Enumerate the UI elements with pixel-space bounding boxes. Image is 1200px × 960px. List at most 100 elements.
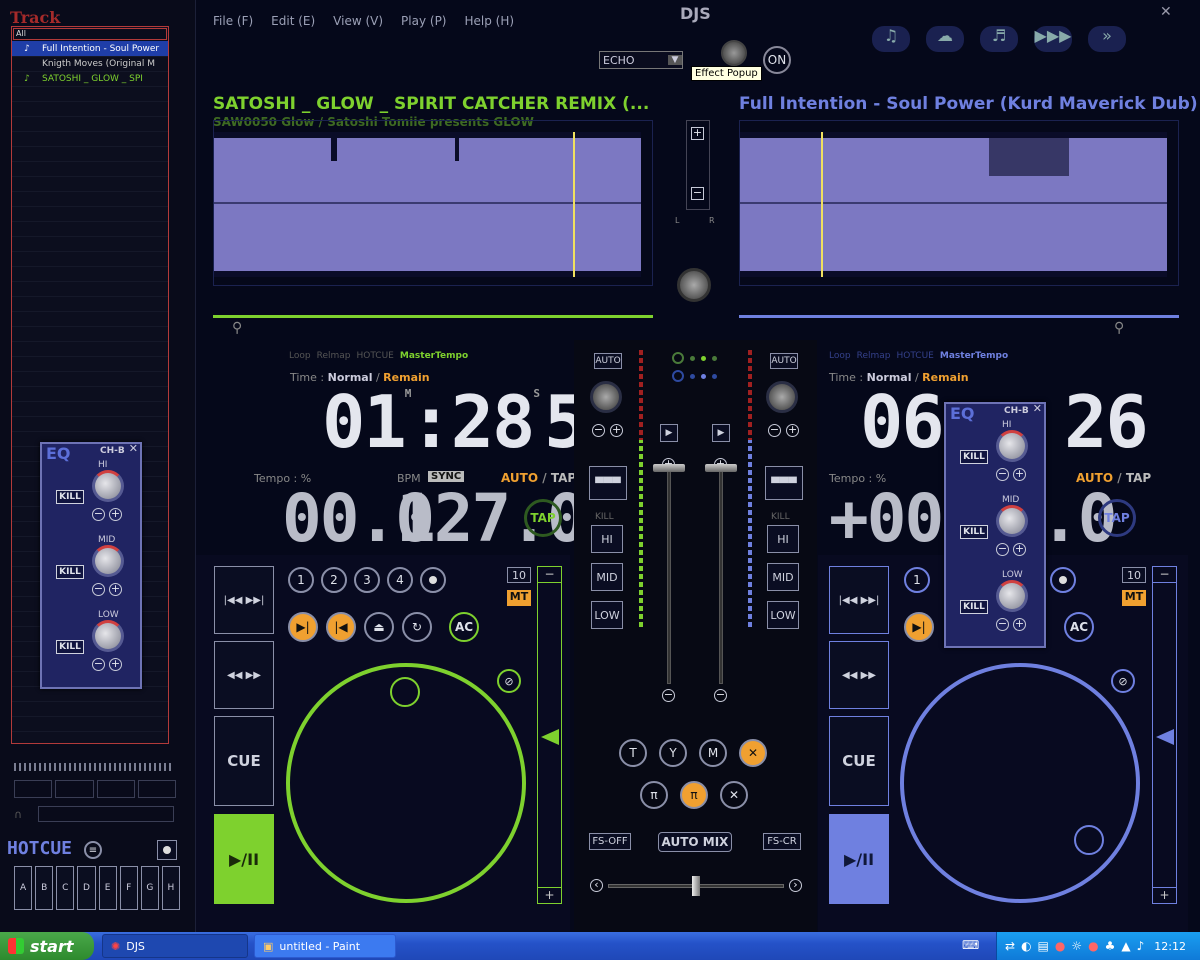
tray-icon[interactable]: ▤ — [1038, 939, 1049, 953]
eject-icon[interactable]: ⏏ — [364, 612, 394, 642]
menu-item-2[interactable]: View (V) — [333, 14, 383, 28]
taskbar-item-paint[interactable]: ▣ untitled - Paint — [254, 934, 396, 958]
deck-b-overview[interactable] — [739, 315, 1179, 318]
effect-on-button[interactable]: ON — [763, 46, 791, 74]
preview-transport[interactable] — [14, 780, 176, 798]
preview-slider[interactable] — [38, 806, 174, 822]
hotcue-key-g[interactable]: G — [140, 866, 159, 910]
start-button[interactable]: start — [0, 932, 94, 960]
hotcue-key-h[interactable]: H — [161, 866, 180, 910]
eq-hi-adjust[interactable]: − + — [996, 468, 1026, 481]
master-volume-knob[interactable] — [677, 268, 711, 302]
eq-mid-kill-button[interactable]: KILL — [960, 525, 988, 539]
hotcue-list-icon[interactable]: ≡ — [84, 841, 102, 859]
eq-mid-adjust[interactable]: − + — [996, 543, 1026, 556]
auto-mix-button[interactable]: AUTO MIX — [658, 832, 732, 852]
eq-low-knob[interactable] — [996, 580, 1028, 612]
deck-a-overview[interactable] — [213, 315, 653, 318]
cue-point-button[interactable]: 2 — [321, 567, 347, 593]
eq-mid-knob[interactable] — [996, 505, 1028, 537]
track-list-item[interactable]: ♪ SATOSHI _ GLOW _ SPI — [12, 71, 168, 86]
record-cue-button[interactable] — [1050, 567, 1076, 593]
taskbar-item-djs[interactable]: ✺ DJS — [102, 934, 248, 958]
music-note-icon[interactable]: ♫ — [872, 26, 910, 52]
dj-icon[interactable]: ☁ — [926, 26, 964, 52]
kill-low-a-button[interactable]: LOW — [591, 601, 623, 629]
cue-a-button[interactable]: ▶ — [660, 424, 678, 442]
filter-x-icon[interactable]: ✕ — [739, 739, 767, 767]
deck-b-brake-icon[interactable]: ⊘ — [1111, 669, 1135, 693]
eq-hi-knob[interactable] — [996, 430, 1028, 462]
kill-hi-b-button[interactable]: HI — [767, 525, 799, 553]
eq-mid-knob[interactable] — [92, 545, 124, 577]
play-cue-icon[interactable]: ▶| — [904, 612, 934, 642]
effect-select[interactable]: ECHO ▼ — [599, 51, 683, 69]
eq-mid-kill-button[interactable]: KILL — [56, 565, 84, 579]
effect-knob[interactable] — [721, 40, 747, 66]
deck-b-mt-button[interactable]: MT — [1122, 590, 1146, 606]
track-list-item[interactable]: ♪ Full Intention - Soul Power — [12, 41, 168, 56]
gain-a-controls[interactable]: − + — [592, 418, 624, 437]
keyboard-icon[interactable]: ⌨ — [962, 938, 979, 952]
loop-icon[interactable]: ↻ — [402, 612, 432, 642]
filter-t-icon[interactable]: T — [619, 739, 647, 767]
mixer-auto-a-button[interactable]: AUTO — [594, 353, 622, 369]
fs-cr-button[interactable]: FS-CR — [763, 833, 801, 850]
eq-popup-a-button[interactable]: ▀▀▀ — [589, 466, 627, 500]
eq-low-adjust[interactable]: − + — [996, 618, 1026, 631]
kill-mid-a-button[interactable]: MID — [591, 563, 623, 591]
deck-a-pitch-bend[interactable]: ◀◀ ▶▶ — [214, 641, 274, 709]
deck-a-search-back[interactable]: |◀◀ ▶▶| — [214, 566, 274, 634]
kill-hi-a-button[interactable]: HI — [591, 525, 623, 553]
close-icon[interactable]: ✕ — [129, 442, 138, 455]
cue-point-button[interactable]: 1 — [288, 567, 314, 593]
deck-b-tap-button[interactable]: TAP — [1098, 499, 1136, 537]
hotcue-key-c[interactable]: C — [56, 866, 75, 910]
deck-a-brake-icon[interactable]: ⊘ — [497, 669, 521, 693]
zoom-out-button[interactable]: − — [691, 187, 704, 200]
gain-a-knob[interactable] — [590, 381, 622, 413]
gain-b-controls[interactable]: − + — [768, 418, 800, 437]
deck-a-mt-button[interactable]: MT — [507, 590, 531, 606]
tray-icon[interactable]: ▲ — [1121, 939, 1130, 953]
tray-icon[interactable]: ● — [1088, 939, 1098, 953]
deck-a-pitch-slider[interactable]: − + — [537, 566, 562, 904]
menu-item-0[interactable]: File (F) — [213, 14, 253, 28]
cue-point-button[interactable]: 1 — [904, 567, 930, 593]
hotcue-key-b[interactable]: B — [35, 866, 54, 910]
zoom-icon[interactable]: ⚲ — [232, 320, 242, 336]
deck-a-cue-button[interactable]: CUE — [214, 716, 274, 806]
eq-mid-adjust[interactable]: − + — [92, 583, 122, 596]
tray-icon[interactable]: ⇄ — [1005, 939, 1015, 953]
eq-popup-b-button[interactable]: ▀▀▀ — [765, 466, 803, 500]
cue-point-button[interactable]: 3 — [354, 567, 380, 593]
deck-b-jog-wheel[interactable] — [900, 663, 1140, 903]
hotcue-key-f[interactable]: F — [119, 866, 138, 910]
eq-low-adjust[interactable]: − + — [92, 658, 122, 671]
deck-b-pitch-bend[interactable]: ◀◀ ▶▶ — [829, 641, 889, 709]
eq-popup-window-a[interactable]: EQ CH-B ✕ HI KILL − + MID KILL − + LOW KILL − + — [40, 442, 142, 689]
tray-icon[interactable]: ● — [1055, 939, 1065, 953]
tray-icon[interactable]: ◐ — [1021, 939, 1031, 953]
skip-back-icon[interactable]: |◀ — [326, 612, 356, 642]
kill-mid-b-button[interactable]: MID — [767, 563, 799, 591]
deck-b-pitch-slider[interactable]: − + — [1152, 566, 1177, 904]
deck-b-ac-button[interactable]: AC — [1064, 612, 1094, 642]
deck-b-cue-button[interactable]: CUE — [829, 716, 889, 806]
menu-item-1[interactable]: Edit (E) — [271, 14, 315, 28]
menu-item-4[interactable]: Help (H) — [465, 14, 515, 28]
track-list-item[interactable]: Knigth Moves (Original M — [12, 56, 168, 71]
deck-a-jog-wheel[interactable] — [286, 663, 526, 903]
skip-icon[interactable]: » — [1088, 26, 1126, 52]
kill-low-b-button[interactable]: LOW — [767, 601, 799, 629]
eq-hi-kill-button[interactable]: KILL — [960, 450, 988, 464]
deck-a-range-button[interactable]: 10 — [507, 567, 531, 583]
eq-low-kill-button[interactable]: KILL — [56, 640, 84, 654]
tray-icon[interactable]: ☼ — [1071, 939, 1082, 953]
tray-icon[interactable]: ♪ — [1137, 939, 1145, 953]
filter-y-icon[interactable]: Y — [659, 739, 687, 767]
hotcue-key-a[interactable]: A — [14, 866, 33, 910]
eq-hi-kill-button[interactable]: KILL — [56, 490, 84, 504]
close-icon[interactable]: ✕ — [1033, 402, 1042, 415]
deck-a-ac-button[interactable]: AC — [449, 612, 479, 642]
